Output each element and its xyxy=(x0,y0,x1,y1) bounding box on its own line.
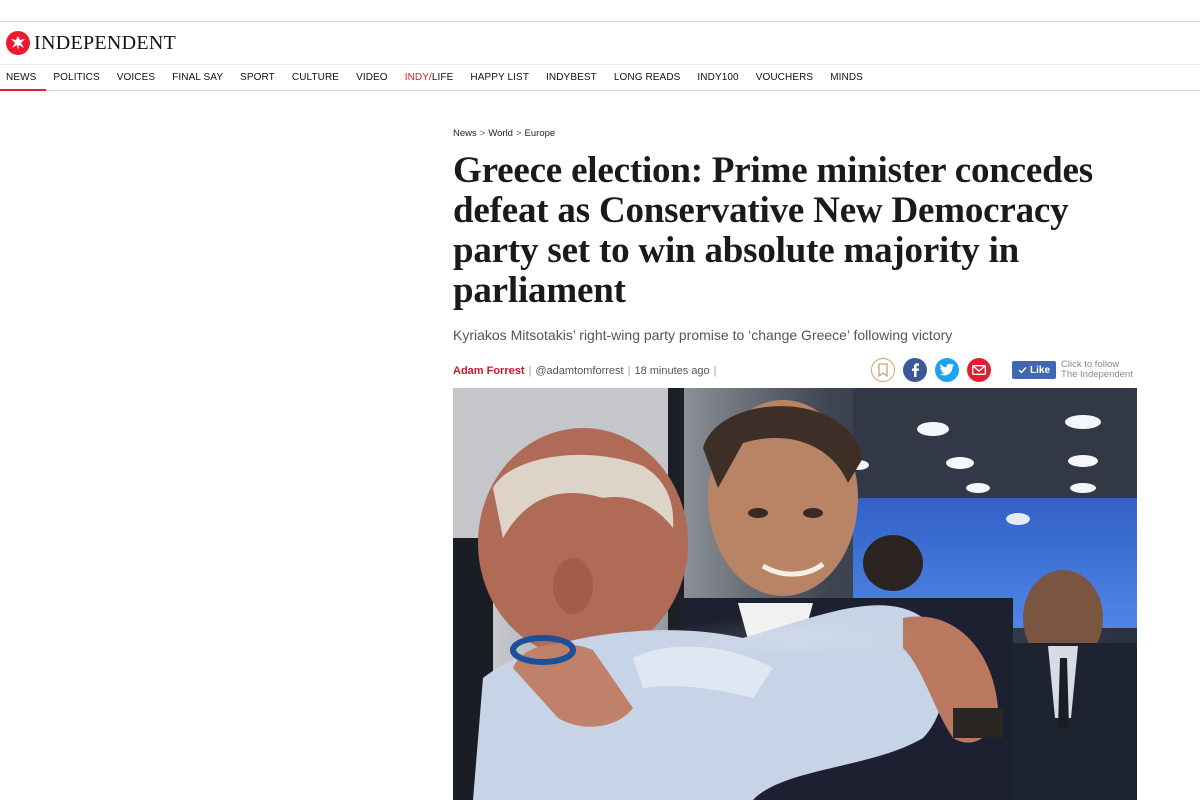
masthead: INDEPENDENT xyxy=(0,23,1200,65)
author-handle[interactable]: @adamtomforrest xyxy=(535,365,623,377)
follow-widget: Like Click to follow The Independent xyxy=(1012,360,1141,380)
like-label: Like xyxy=(1030,364,1051,376)
byline-divider: | xyxy=(528,365,532,377)
follow-caption-line2: The Independent xyxy=(1061,369,1133,380)
nav-item-happy-list[interactable]: HAPPY LIST xyxy=(470,65,529,90)
breadcrumb-world[interactable]: World xyxy=(488,128,513,139)
browser-top-strip xyxy=(0,0,1200,22)
facebook-icon[interactable] xyxy=(903,358,927,382)
nav-item-minds[interactable]: MINDS xyxy=(830,65,863,90)
nav-item-indybest[interactable]: INDYBEST xyxy=(546,65,597,90)
nav-life-label: LIFE xyxy=(431,72,454,83)
publish-time: 18 minutes ago xyxy=(634,365,710,377)
like-button[interactable]: Like xyxy=(1012,361,1057,379)
site-logo[interactable]: INDEPENDENT xyxy=(6,31,176,55)
nav-item-long-reads[interactable]: LONG READS xyxy=(614,65,681,90)
breadcrumb: News > World > Europe xyxy=(453,126,1143,140)
byline: Adam Forrest | @adamtomforrest | 18 minu… xyxy=(453,365,721,377)
byline-divider: | xyxy=(627,365,631,377)
nav-item-politics[interactable]: POLITICS xyxy=(53,65,99,90)
nav-item-news[interactable]: NEWS xyxy=(0,65,47,91)
eagle-logo-icon xyxy=(6,31,30,55)
article-standfirst: Kyriakos Mitsotakis’ right-wing party pr… xyxy=(453,327,953,343)
breadcrumb-separator: > xyxy=(515,127,522,139)
bookmark-icon[interactable] xyxy=(871,358,895,382)
nav-item-voices[interactable]: VOICES xyxy=(117,65,155,90)
email-icon[interactable] xyxy=(967,358,991,382)
hero-image[interactable] xyxy=(453,388,1137,800)
breadcrumb-separator: > xyxy=(479,127,486,139)
article: News > World > Europe Greece election: P… xyxy=(453,126,1143,387)
byline-divider: | xyxy=(713,365,717,377)
nav-item-culture[interactable]: CULTURE xyxy=(292,65,339,90)
byline-row: Adam Forrest | @adamtomforrest | 18 minu… xyxy=(453,357,1143,387)
follow-caption: Click to follow The Independent xyxy=(1061,360,1141,380)
main-nav: NEWS POLITICS VOICES FINAL SAY SPORT CUL… xyxy=(0,64,1200,91)
nav-item-video[interactable]: VIDEO xyxy=(356,65,388,90)
nav-item-vouchers[interactable]: VOUCHERS xyxy=(756,65,813,90)
breadcrumb-news[interactable]: News xyxy=(453,128,477,139)
nav-item-indy100[interactable]: INDY100 xyxy=(697,65,738,90)
nav-indy-label: INDY xyxy=(404,72,429,83)
twitter-icon[interactable] xyxy=(935,358,959,382)
nav-item-final-say[interactable]: FINAL SAY xyxy=(172,65,223,90)
share-bar xyxy=(871,358,991,382)
hero-photo-illustration xyxy=(453,388,1137,800)
article-headline: Greece election: Prime minister concedes… xyxy=(453,150,1093,311)
checkmark-icon xyxy=(1018,367,1027,374)
site-name: INDEPENDENT xyxy=(34,31,177,54)
nav-item-indylife[interactable]: INDY / LIFE xyxy=(405,65,454,90)
breadcrumb-europe[interactable]: Europe xyxy=(525,128,556,139)
author-link[interactable]: Adam Forrest xyxy=(453,365,525,377)
nav-item-sport[interactable]: SPORT xyxy=(240,65,275,90)
